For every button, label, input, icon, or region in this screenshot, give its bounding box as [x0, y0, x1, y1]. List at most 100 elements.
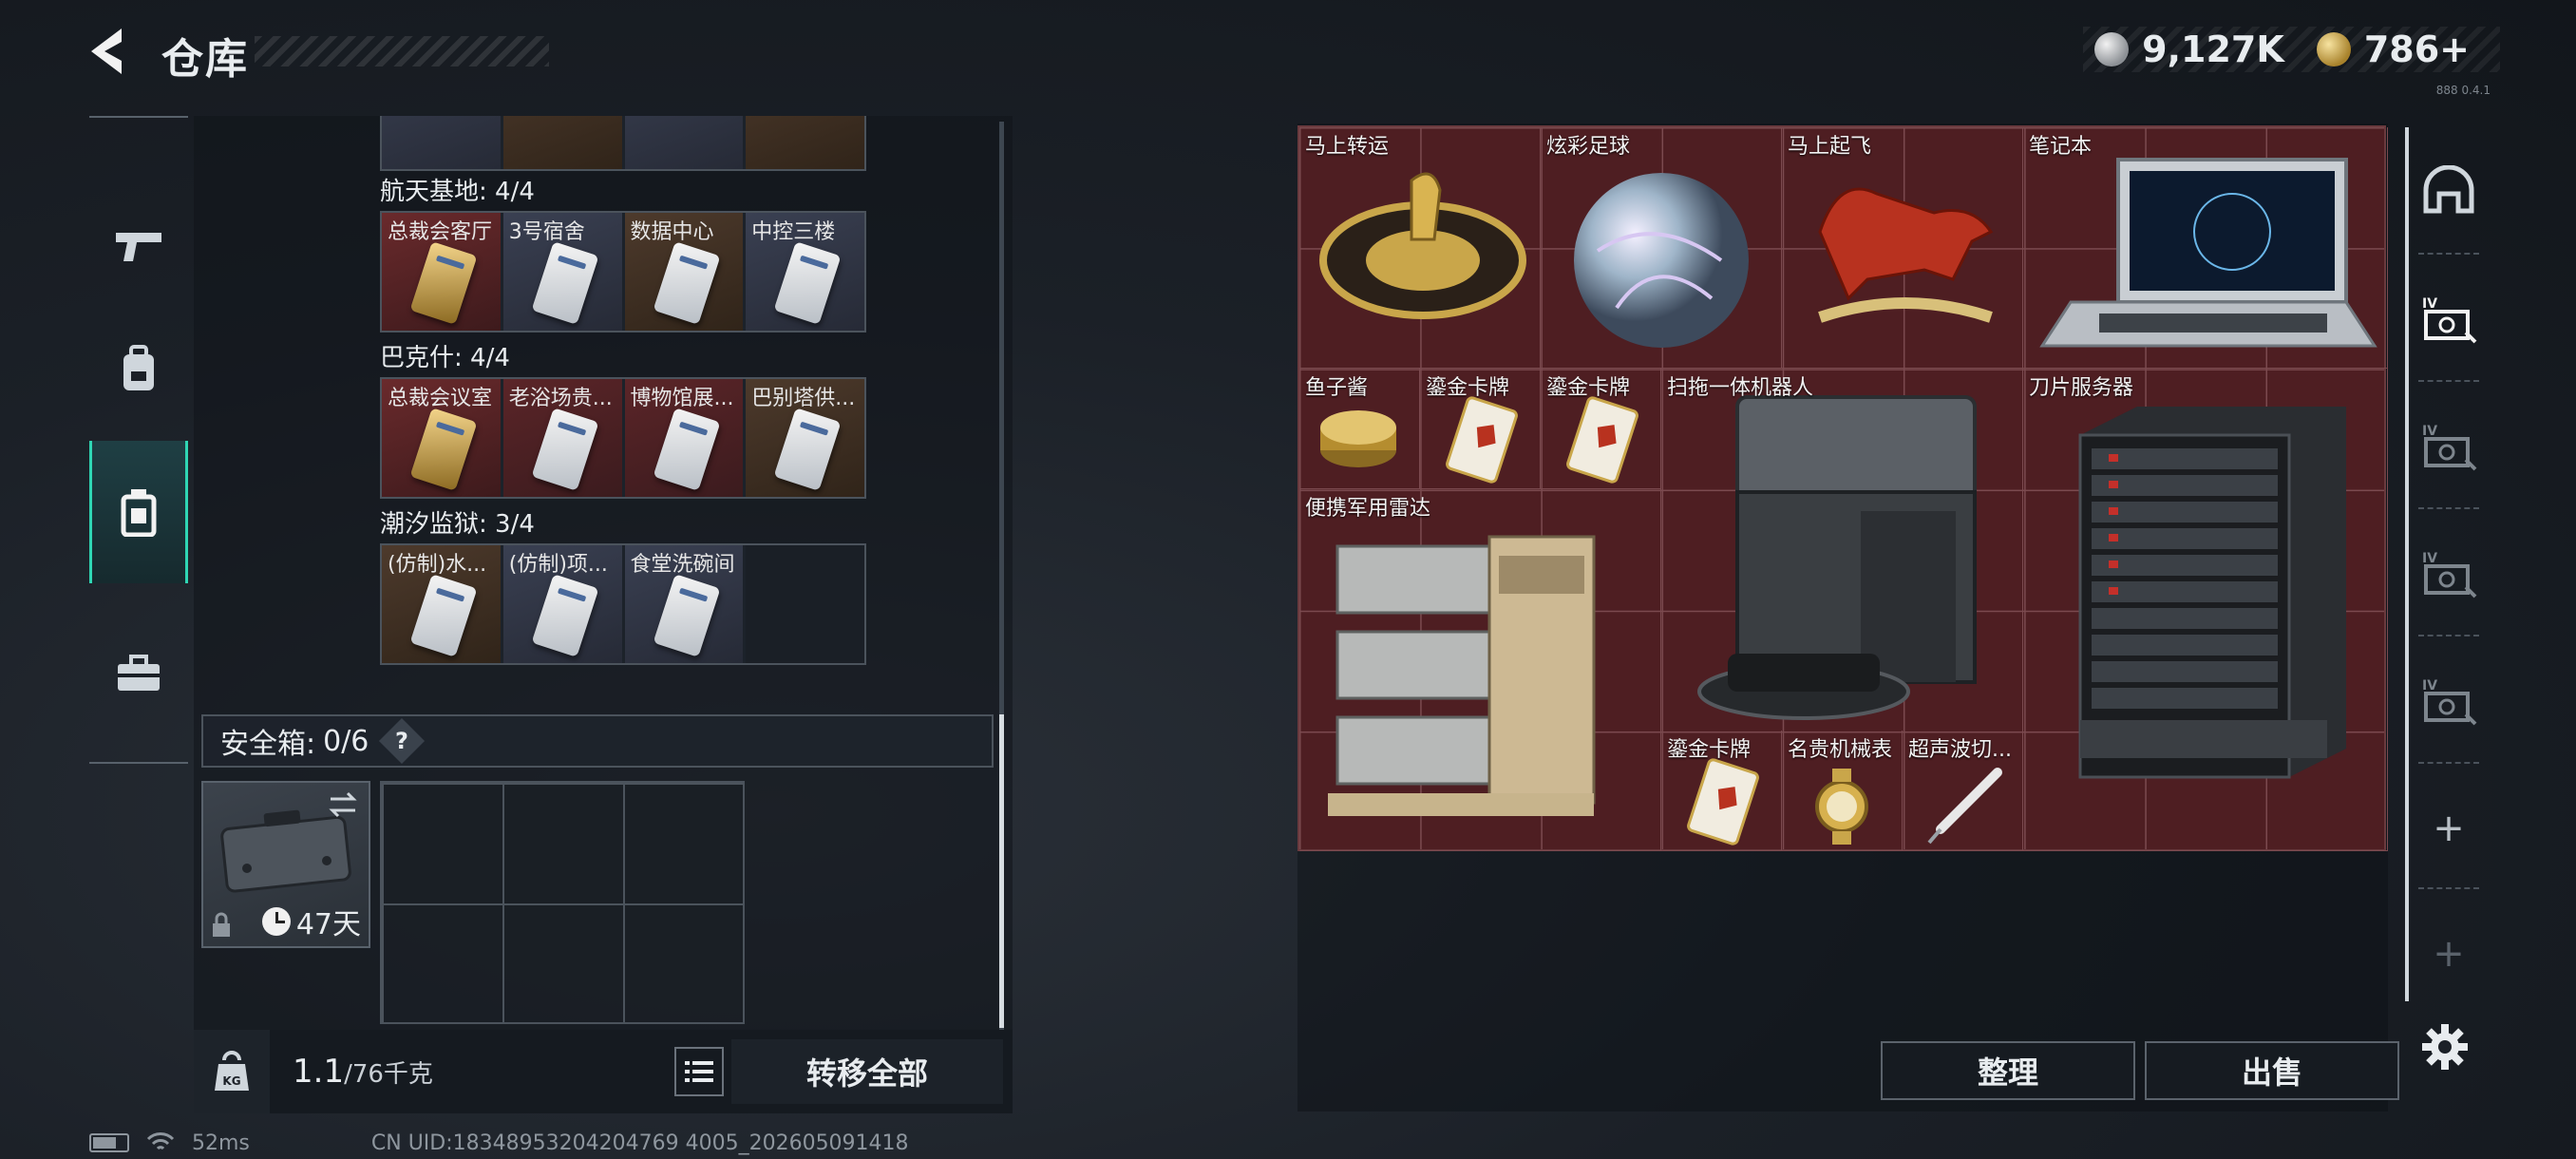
keycard-icon: [652, 241, 721, 325]
portable-radar-image: [1328, 535, 1596, 816]
inventory-item[interactable]: 名贵机械表: [1782, 731, 1903, 851]
tab-divider: [2418, 887, 2479, 889]
safe-box-count: 0/6: [323, 724, 369, 758]
key-card[interactable]: [746, 116, 864, 169]
key-card[interactable]: 中控三楼: [746, 213, 864, 331]
settings-gear-icon[interactable]: [2420, 1022, 2470, 1072]
key-card[interactable]: (仿制)项...: [502, 545, 622, 663]
svg-text:IV: IV: [2422, 678, 2437, 694]
empty-slot[interactable]: [746, 545, 864, 663]
storage-page-tabs: IV IV IV IV + +: [2405, 127, 2481, 1001]
item-label: 笔记本: [2029, 135, 2093, 159]
key-card[interactable]: [624, 116, 744, 169]
card-row: 总裁会客厅 3号宿舍 数据中心 中控三楼: [380, 211, 866, 332]
card-label: 博物馆展...: [630, 387, 734, 410]
item-label: 便携军用雷达: [1305, 497, 1431, 521]
inventory-item[interactable]: 鱼子酱: [1299, 369, 1420, 489]
tab-equipment[interactable]: [89, 298, 188, 441]
card-row: [380, 116, 866, 171]
inventory-item[interactable]: 鎏金卡牌: [1420, 369, 1541, 489]
storage-panel: 航天基地: 4/4 总裁会客厅 3号宿舍 数据中心 中控三楼 巴克什: 4/4 …: [194, 116, 1013, 1034]
page-title: 仓库: [161, 35, 249, 84]
add-storage-button[interactable]: +: [2418, 798, 2479, 859]
tab-storage-4[interactable]: IV: [2418, 671, 2479, 732]
storage-scroll-area[interactable]: 航天基地: 4/4 总裁会客厅 3号宿舍 数据中心 中控三楼 巴克什: 4/4 …: [194, 116, 1007, 699]
tab-divider: [2418, 380, 2479, 382]
crate-icon: IV: [2422, 678, 2477, 726]
sort-button[interactable]: 整理: [1881, 1041, 2135, 1100]
version-label: 888 0.4.1: [2435, 84, 2491, 97]
inventory-item[interactable]: 笔记本: [2023, 127, 2388, 369]
add-storage-button-locked[interactable]: +: [2418, 923, 2479, 984]
tab-toolbox[interactable]: [89, 602, 188, 745]
tab-overview[interactable]: [2418, 160, 2479, 220]
inventory-item[interactable]: 便携军用雷达: [1299, 489, 1661, 851]
blade-server-image: [2078, 407, 2346, 779]
crate-icon: IV: [2422, 424, 2477, 471]
inventory-item[interactable]: 炫彩足球: [1541, 127, 1782, 369]
safe-box-grid[interactable]: [380, 781, 745, 1024]
storage-scrollbar[interactable]: [999, 122, 1004, 1034]
inventory-item[interactable]: 鎏金卡牌: [1661, 731, 1782, 851]
inventory-item[interactable]: 鎏金卡牌: [1541, 369, 1661, 489]
tab-items[interactable]: [89, 441, 188, 583]
back-arrow-icon[interactable]: [84, 25, 141, 78]
key-card[interactable]: 数据中心: [624, 213, 744, 331]
swap-icon[interactable]: [327, 790, 359, 819]
tab-storage-3[interactable]: IV: [2418, 543, 2479, 604]
keycard-icon: [409, 574, 478, 657]
item-label: 刀片服务器: [2029, 376, 2134, 400]
keycard-icon: [531, 574, 599, 657]
plus-icon: +: [2433, 932, 2465, 976]
key-card[interactable]: 3号宿舍: [502, 213, 622, 331]
wifi-icon: [146, 1132, 175, 1150]
key-card[interactable]: 总裁会客厅: [382, 213, 501, 331]
key-card[interactable]: 博物馆展...: [624, 379, 744, 497]
safe-case-slot[interactable]: 47天: [201, 781, 370, 948]
item-label: 鎏金卡牌: [1667, 738, 1752, 762]
card-row: 总裁会议室 老浴场贵... 博物馆展... 巴别塔供...: [380, 377, 866, 499]
inventory-item[interactable]: 马上转运: [1299, 127, 1541, 369]
key-card[interactable]: 老浴场贵...: [502, 379, 622, 497]
card-label: 总裁会客厅: [388, 220, 493, 244]
case-duration: 47天: [261, 901, 361, 942]
map-group: 潮汐监狱: 3/4 (仿制)水... (仿制)项... 食堂洗碗间: [380, 505, 866, 665]
keycard-icon: [409, 408, 478, 491]
list-view-button[interactable]: [674, 1047, 724, 1096]
list-icon: [685, 1061, 713, 1082]
key-card[interactable]: [502, 116, 622, 169]
item-label: 炫彩足球: [1546, 135, 1631, 159]
weight-max: /76千克: [344, 1060, 433, 1089]
scrollbar-thumb[interactable]: [999, 714, 1004, 1028]
keycard-icon: [652, 574, 721, 657]
tab-storage-1[interactable]: IV: [2418, 289, 2479, 350]
key-card[interactable]: [382, 116, 501, 169]
inventory-item[interactable]: 超声波切...: [1903, 731, 2023, 851]
inventory-item[interactable]: 刀片服务器: [2023, 369, 2388, 851]
key-card[interactable]: 巴别塔供...: [746, 379, 864, 497]
card-label: 总裁会议室: [388, 387, 493, 410]
help-icon[interactable]: ?: [379, 717, 426, 765]
silver-coin-icon: [2094, 32, 2130, 66]
key-card[interactable]: 食堂洗碗间: [624, 545, 744, 663]
tab-divider: [2418, 762, 2479, 764]
inventory-grid[interactable]: 马上转运 炫彩足球 马上起飞 笔记本 鱼子酱 鎏金卡牌 鎏金卡牌 扫拖一体机器人…: [1297, 125, 2388, 851]
key-card[interactable]: 总裁会议室: [382, 379, 501, 497]
card-label: 食堂洗碗间: [630, 553, 735, 577]
inventory-item[interactable]: 马上起飞: [1782, 127, 2023, 369]
card-label: 数据中心: [630, 220, 714, 244]
gold-amount[interactable]: 786+: [2364, 28, 2470, 70]
safe-box-label: 安全箱:: [220, 728, 316, 761]
tab-storage-2[interactable]: IV: [2418, 416, 2479, 477]
item-label: 马上起飞: [1788, 135, 1872, 159]
sell-button[interactable]: 出售: [2145, 1041, 2399, 1100]
title-decoration: [255, 36, 549, 66]
card-label: 3号宿舍: [508, 220, 585, 244]
key-card[interactable]: (仿制)水...: [382, 545, 501, 663]
tab-weapons[interactable]: [89, 175, 188, 317]
map-group: 巴克什: 4/4 总裁会议室 老浴场贵... 博物馆展... 巴别塔供...: [380, 339, 866, 499]
item-label: 鱼子酱: [1305, 376, 1369, 400]
svg-text:KG: KG: [222, 1074, 240, 1088]
gold-coin-icon: [2316, 32, 2351, 66]
transfer-all-button[interactable]: 转移全部: [731, 1039, 1003, 1104]
